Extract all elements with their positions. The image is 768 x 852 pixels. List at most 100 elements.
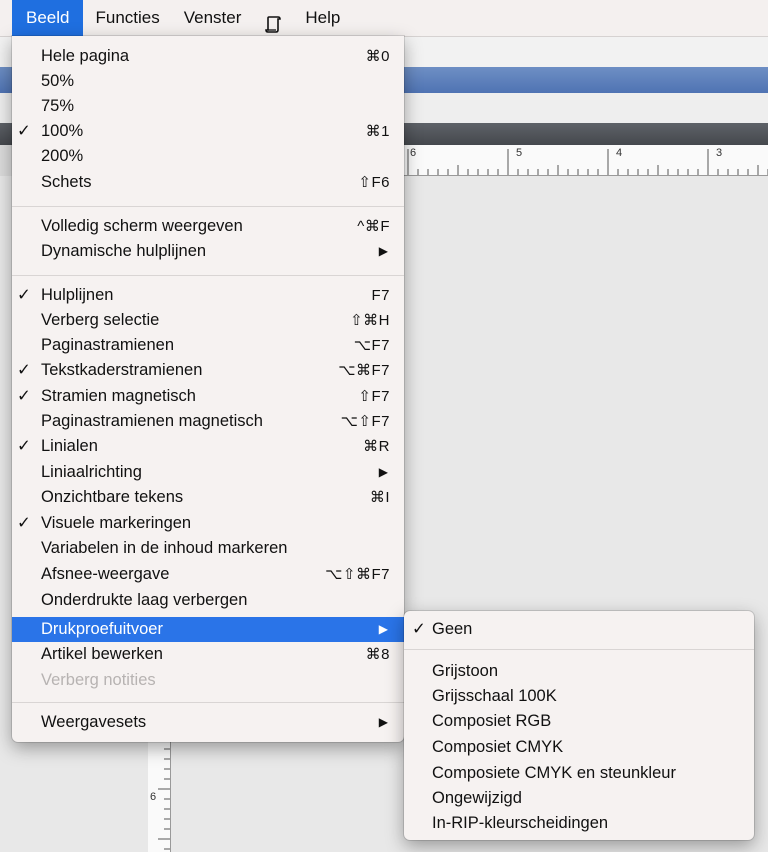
menu-item-linialen[interactable]: ✓ Linialen ⌘R	[12, 434, 404, 459]
menu-functies[interactable]: Functies	[83, 0, 171, 36]
menu-bar: Beeld Functies Venster Help	[0, 0, 768, 37]
menu-item-shortcut: ⌥⌘F7	[338, 362, 390, 379]
menu-item-visuele-markeringen[interactable]: ✓ Visuele markeringen	[12, 511, 404, 536]
menu-item-shortcut: ⇧F6	[358, 174, 390, 191]
menu-item-label: Onzichtbare tekens	[41, 488, 184, 506]
submenu-item-label: Ongewijzigd	[432, 789, 522, 807]
menu-item-label: Liniaalrichting	[41, 463, 142, 481]
menu-item-label: Linialen	[41, 437, 98, 455]
horizontal-ruler[interactable]: 6 5 4 3	[404, 145, 768, 176]
menu-item-label: Verberg notities	[41, 671, 156, 689]
submenu-item-ongewijzigd[interactable]: Ongewijzigd	[404, 786, 754, 811]
menu-item-dynamische-hulplijnen[interactable]: Dynamische hulplijnen ▶	[12, 239, 404, 264]
submenu-item-label: Grijsschaal 100K	[432, 687, 557, 705]
menu-item-label: 75%	[41, 97, 75, 115]
menu-item-label: Weergavesets	[41, 713, 147, 731]
menu-item-onzichtbare-tekens[interactable]: Onzichtbare tekens ⌘I	[12, 485, 404, 510]
menu-item-paginastramienen-magnetisch[interactable]: Paginastramienen magnetisch ⌥⇧F7	[12, 409, 404, 434]
menu-item-shortcut: ⌥F7	[353, 337, 390, 354]
menu-item-label: Dynamische hulplijnen	[41, 242, 207, 260]
menu-item-100[interactable]: ✓ 100% ⌘1	[12, 119, 404, 144]
menu-item-label: Variabelen in de inhoud markeren	[41, 539, 288, 557]
ruler-label-3: 3	[716, 147, 723, 159]
menu-item-shortcut: ⌥⇧F7	[340, 413, 390, 430]
menu-item-50[interactable]: 50%	[12, 69, 404, 94]
menu-item-variabelen-markeren[interactable]: Variabelen in de inhoud markeren	[12, 536, 404, 561]
submenu-item-grijsschaal-100k[interactable]: Grijsschaal 100K	[404, 684, 754, 709]
menu-item-afsnee-weergave[interactable]: Afsnee-weergave ⌥⇧⌘F7	[12, 562, 404, 587]
menu-item-shortcut: ⌥⇧⌘F7	[325, 566, 390, 583]
menu-item-drukproefuitvoer[interactable]: Drukproefuitvoer ▶	[12, 617, 404, 642]
menu-item-75[interactable]: 75%	[12, 94, 404, 119]
menu-item-label: Hele pagina	[41, 47, 130, 65]
menu-item-artikel-bewerken[interactable]: Artikel bewerken ⌘8	[12, 642, 404, 667]
beeld-menu: Hele pagina ⌘0 50% 75% ✓ 100% ⌘1 200% Sc…	[12, 36, 404, 742]
menu-item-label: Schets	[41, 173, 92, 191]
ruler-label-5: 5	[516, 147, 523, 159]
submenu-item-geen[interactable]: ✓ Geen	[404, 617, 754, 642]
vertical-ruler[interactable]: 6	[148, 735, 171, 852]
menu-item-label: 200%	[41, 147, 84, 165]
menu-item-hulplijnen[interactable]: ✓ Hulplijnen F7	[12, 283, 404, 308]
submenu-arrow-icon: ▶	[378, 715, 388, 729]
menu-item-hele-pagina[interactable]: Hele pagina ⌘0	[12, 44, 404, 69]
checkmark-icon: ✓	[17, 437, 31, 455]
menu-item-label: Artikel bewerken	[41, 645, 163, 663]
checkmark-icon: ✓	[412, 620, 426, 638]
ruler-label-4: 4	[616, 147, 623, 159]
menu-item-label: Volledig scherm weergeven	[41, 217, 243, 235]
menu-beeld[interactable]: Beeld	[12, 0, 84, 36]
menu-item-stramien-magnetisch[interactable]: ✓ Stramien magnetisch ⇧F7	[12, 384, 404, 409]
submenu-arrow-icon: ▶	[378, 465, 388, 479]
menu-item-shortcut: ⌘0	[365, 48, 390, 65]
menu-item-shortcut: ⌘8	[365, 646, 390, 663]
menu-item-onderdrukte-laag[interactable]: Onderdrukte laag verbergen	[12, 588, 404, 613]
menu-item-label: Hulplijnen	[41, 286, 114, 304]
submenu-item-grijstoon[interactable]: Grijstoon	[404, 659, 754, 684]
submenu-item-label: Composiet CMYK	[432, 738, 564, 756]
menu-item-liniaalrichting[interactable]: Liniaalrichting ▶	[12, 460, 404, 485]
menu-item-schets[interactable]: Schets ⇧F6	[12, 170, 404, 195]
menu-item-label: Onderdrukte laag verbergen	[41, 591, 248, 609]
menu-item-label: Visuele markeringen	[41, 514, 192, 532]
menu-item-shortcut: ⇧⌘H	[350, 312, 390, 329]
drukproefuitvoer-submenu: ✓ Geen Grijstoon Grijsschaal 100K Compos…	[404, 611, 754, 840]
menu-item-label: Afsnee-weergave	[41, 565, 170, 583]
checkmark-icon: ✓	[17, 387, 31, 405]
menu-item-shortcut: ^⌘F	[357, 218, 390, 235]
menu-scripts[interactable]	[253, 0, 293, 36]
menu-item-verberg-selectie[interactable]: Verberg selectie ⇧⌘H	[12, 308, 404, 333]
submenu-item-label: Geen	[432, 620, 473, 638]
ruler-label-6: 6	[410, 147, 417, 159]
menu-item-200[interactable]: 200%	[12, 144, 404, 169]
menu-help[interactable]: Help	[293, 0, 352, 36]
menu-item-label: Tekstkaderstramienen	[41, 361, 203, 379]
menu-separator	[12, 275, 404, 276]
submenu-arrow-icon: ▶	[378, 244, 388, 258]
submenu-item-composiet-cmyk[interactable]: Composiet CMYK	[404, 735, 754, 760]
submenu-item-label: Grijstoon	[432, 662, 499, 680]
menu-item-shortcut: ⌘R	[363, 438, 390, 455]
menu-item-paginastramienen[interactable]: Paginastramienen ⌥F7	[12, 333, 404, 358]
submenu-item-composiet-rgb[interactable]: Composiet RGB	[404, 709, 754, 734]
submenu-separator	[404, 649, 754, 650]
menu-separator	[12, 206, 404, 207]
script-icon	[265, 10, 282, 33]
menu-item-label: Paginastramienen magnetisch	[41, 412, 263, 430]
menu-item-shortcut: ⌘I	[369, 489, 390, 506]
submenu-item-in-rip[interactable]: In-RIP-kleurscheidingen	[404, 811, 754, 836]
checkmark-icon: ✓	[17, 361, 31, 379]
menu-item-label: Drukproefuitvoer	[41, 620, 163, 638]
menu-item-weergavesets[interactable]: Weergavesets ▶	[12, 710, 404, 735]
checkmark-icon: ✓	[17, 286, 31, 304]
menu-separator	[12, 702, 404, 703]
menu-item-volledig-scherm[interactable]: Volledig scherm weergeven ^⌘F	[12, 214, 404, 239]
menu-venster[interactable]: Venster	[172, 0, 254, 36]
submenu-item-composiete-cmyk-steunkleur[interactable]: Composiete CMYK en steunkleur	[404, 761, 754, 786]
menu-item-shortcut: F7	[371, 287, 390, 304]
menu-item-label: Paginastramienen	[41, 336, 174, 354]
submenu-item-label: Composiet RGB	[432, 712, 552, 730]
menu-item-label: Verberg selectie	[41, 311, 160, 329]
menu-item-shortcut: ⌘1	[365, 123, 390, 140]
menu-item-tekstkaderstramienen[interactable]: ✓ Tekstkaderstramienen ⌥⌘F7	[12, 358, 404, 383]
